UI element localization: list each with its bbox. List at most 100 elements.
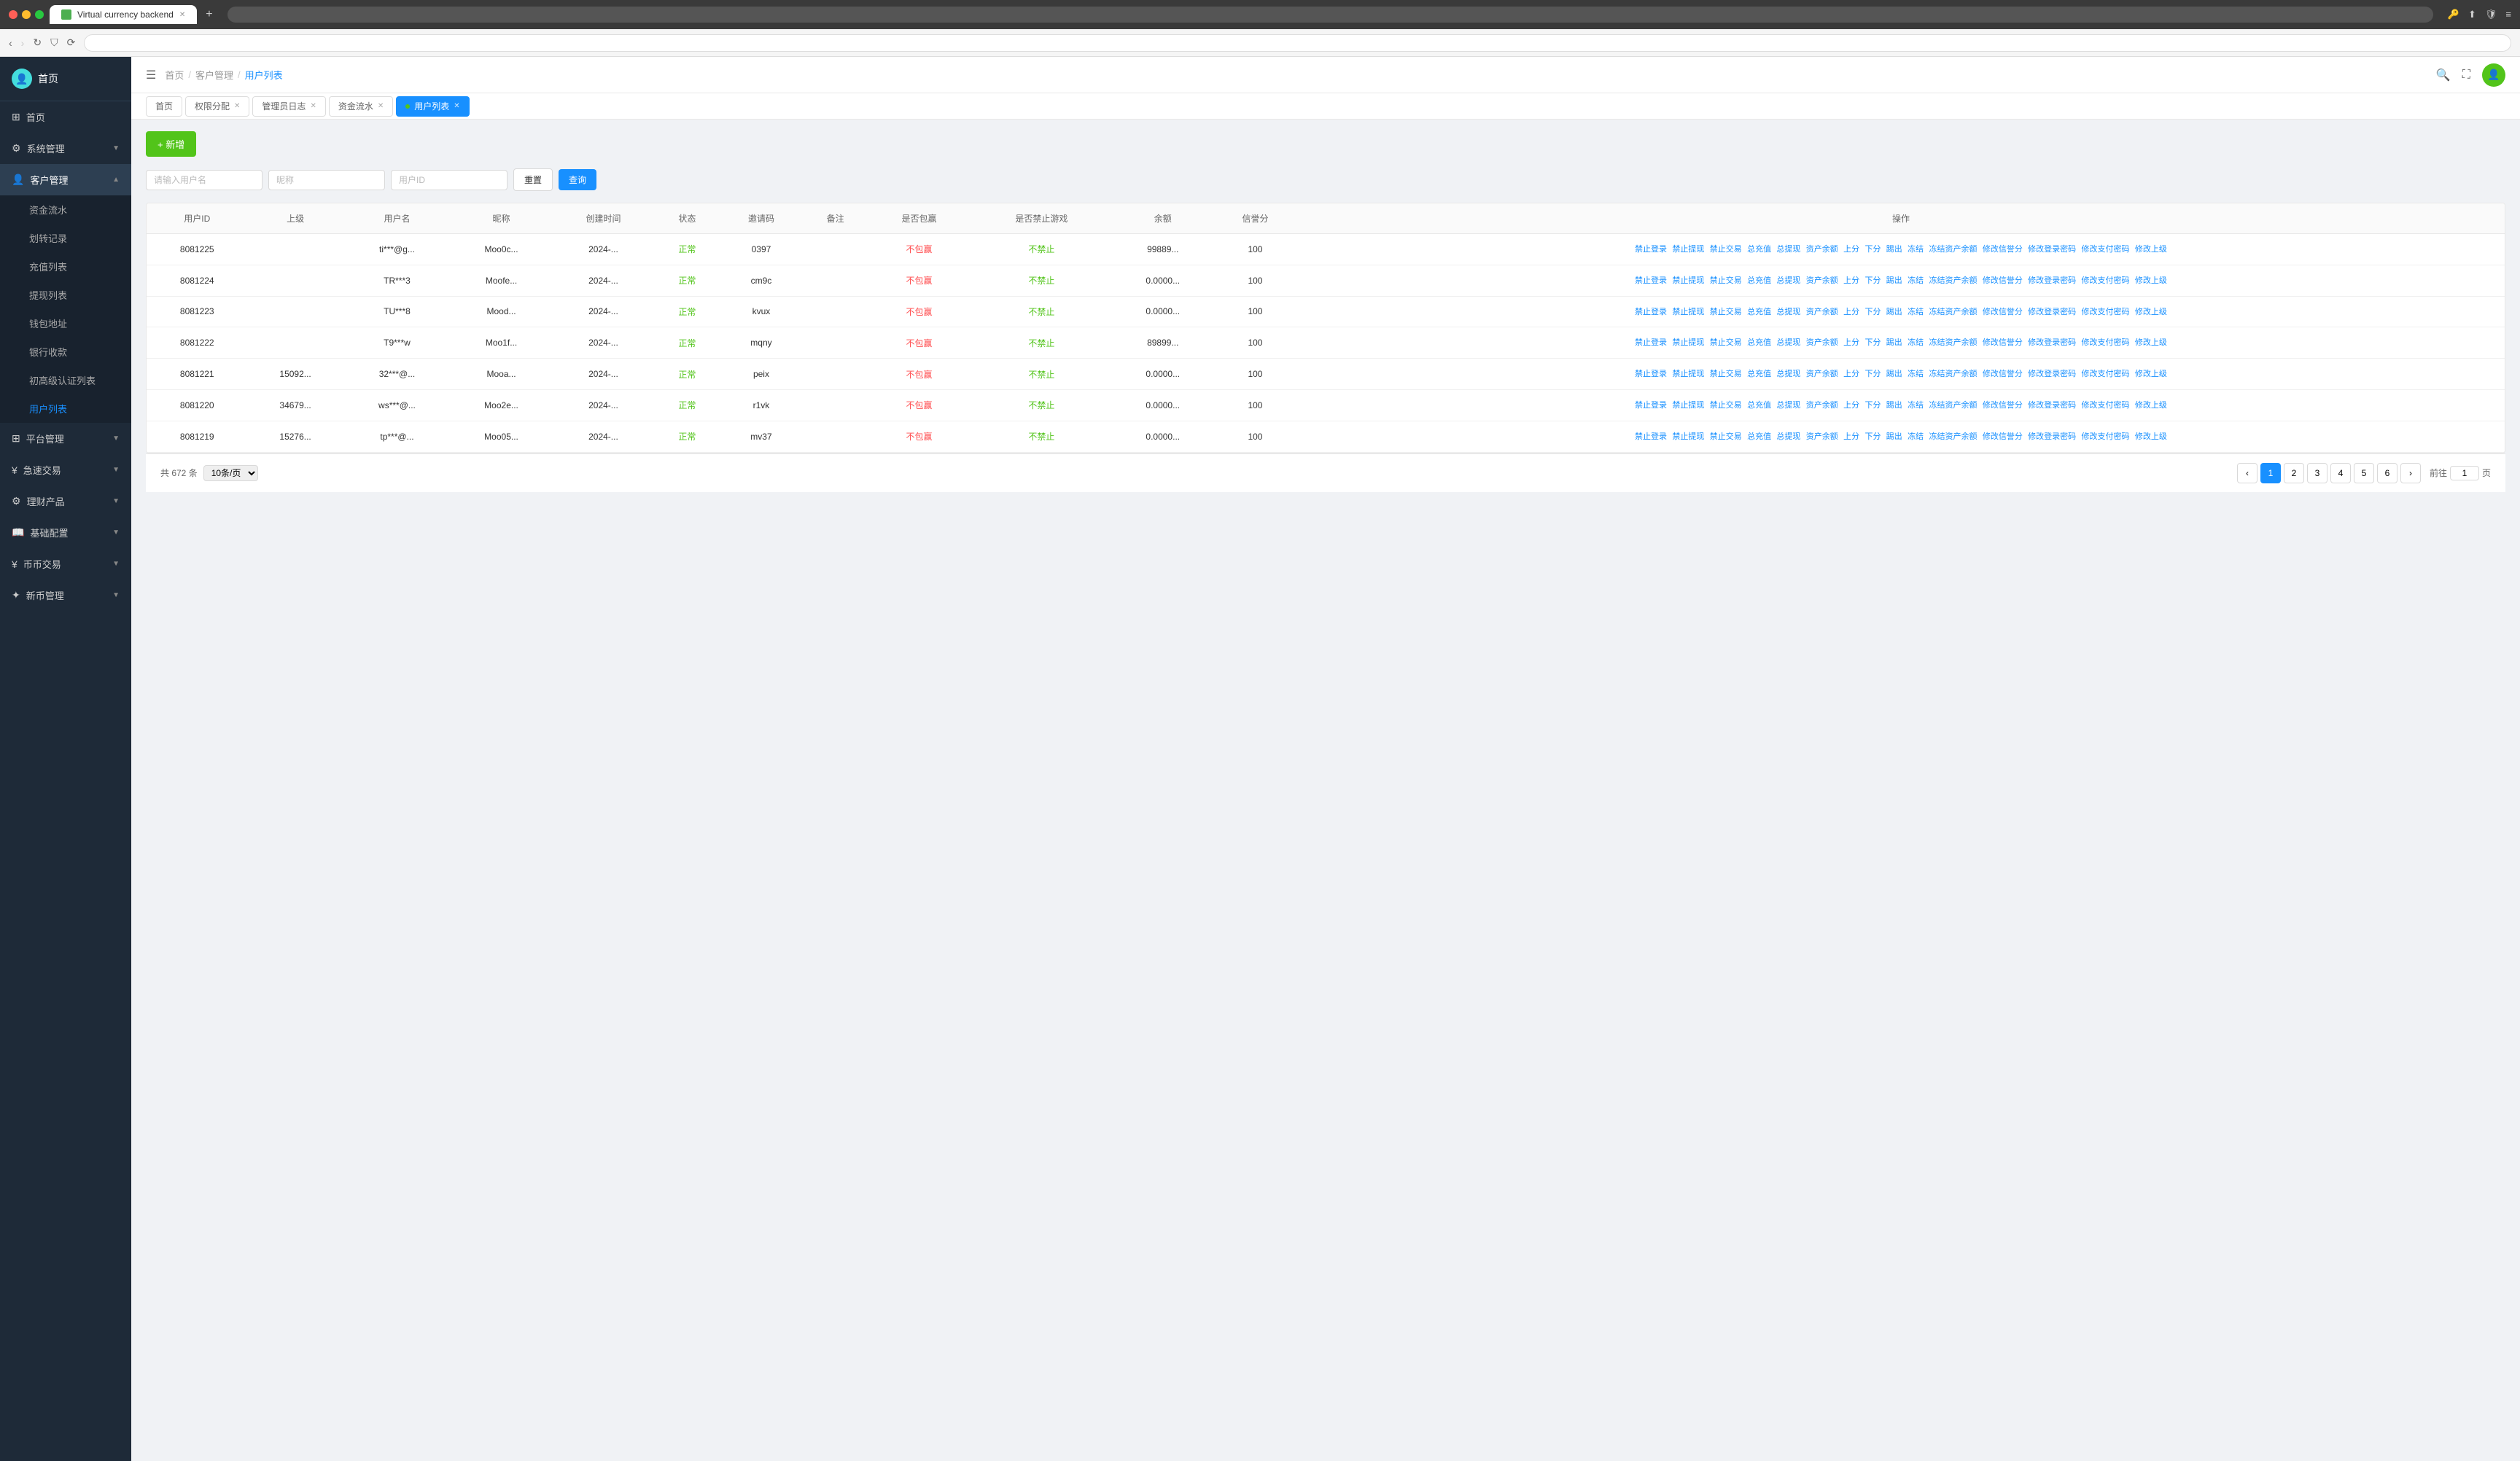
action-link[interactable]: 禁止提现 [1672,308,1704,316]
action-link[interactable]: 上分 [1843,401,1859,410]
action-link[interactable]: 禁止登录 [1635,276,1667,285]
action-link[interactable]: 上分 [1843,370,1859,378]
action-link[interactable]: 禁止提现 [1672,370,1704,378]
action-link[interactable]: 修改上级 [2135,245,2167,254]
key-icon[interactable]: 🔑 [2448,9,2459,20]
action-link[interactable]: 修改上级 [2135,308,2167,316]
action-link[interactable]: 冻结 [1908,245,1924,254]
action-link[interactable]: 冻结资产余额 [1929,276,1977,285]
sidebar-item-customer[interactable]: 👤 客户管理 ▲ [0,164,131,195]
action-link[interactable]: 修改信誉分 [1983,401,2023,410]
config-btn[interactable]: ⟳ [67,36,76,49]
fullscreen-icon[interactable]: ⛶ [2462,69,2470,82]
url-bar[interactable] [84,34,2511,52]
action-link[interactable]: 禁止登录 [1635,370,1667,378]
action-link[interactable]: 修改支付密码 [2082,245,2130,254]
action-link[interactable]: 下分 [1864,432,1881,441]
action-link[interactable]: 总充值 [1747,432,1771,441]
action-link[interactable]: 修改登录密码 [2028,401,2076,410]
sidebar-item-coin[interactable]: ¥ 币币交易 ▼ [0,548,131,580]
action-link[interactable]: 禁止交易 [1710,308,1742,316]
action-link[interactable]: 禁止提现 [1672,245,1704,254]
sidebar-item-finance[interactable]: ⚙ 理财产品 ▼ [0,486,131,517]
shield-icon[interactable]: 🛡 [2485,9,2497,20]
action-link[interactable]: 禁止登录 [1635,245,1667,254]
action-link[interactable]: 总充值 [1747,338,1771,347]
action-link[interactable]: 总提现 [1776,276,1800,285]
action-link[interactable]: 禁止交易 [1710,338,1742,347]
action-link[interactable]: 踢出 [1886,245,1902,254]
page-btn-1[interactable]: 1 [2260,463,2281,483]
sidebar-item-funds[interactable]: 资金流水 [0,195,131,224]
action-link[interactable]: 踢出 [1886,401,1902,410]
tab-home[interactable]: 首页 [146,96,182,117]
action-link[interactable]: 冻结 [1908,432,1924,441]
sidebar-item-wallet[interactable]: 钱包地址 [0,309,131,338]
action-link[interactable]: 修改登录密码 [2028,245,2076,254]
action-link[interactable]: 冻结资产余额 [1929,245,1977,254]
action-link[interactable]: 修改信誉分 [1983,276,2023,285]
action-link[interactable]: 修改登录密码 [2028,338,2076,347]
action-link[interactable]: 上分 [1843,276,1859,285]
action-link[interactable]: 踢出 [1886,276,1902,285]
action-link[interactable]: 禁止提现 [1672,401,1704,410]
action-link[interactable]: 下分 [1864,338,1881,347]
action-link[interactable]: 修改支付密码 [2082,432,2130,441]
action-link[interactable]: 禁止交易 [1710,432,1742,441]
action-link[interactable]: 资产余额 [1806,276,1838,285]
tab-close-btn[interactable]: ✕ [179,11,185,19]
action-link[interactable]: 下分 [1864,245,1881,254]
action-link[interactable]: 禁止提现 [1672,432,1704,441]
sidebar-item-bank[interactable]: 银行收款 [0,338,131,366]
sidebar-item-users[interactable]: 用户列表 [0,394,131,423]
avatar[interactable]: 👤 [2482,63,2505,87]
action-link[interactable]: 冻结 [1908,370,1924,378]
tab-users-close[interactable]: ✕ [454,102,459,110]
action-link[interactable]: 修改信誉分 [1983,432,2023,441]
hamburger-icon[interactable]: ☰ [146,68,156,82]
action-link[interactable]: 修改上级 [2135,338,2167,347]
action-link[interactable]: 上分 [1843,338,1859,347]
action-link[interactable]: 冻结资产余额 [1929,338,1977,347]
action-link[interactable]: 冻结 [1908,276,1924,285]
action-link[interactable]: 下分 [1864,370,1881,378]
page-btn-4[interactable]: 4 [2330,463,2351,483]
nickname-input[interactable] [268,170,385,190]
search-icon[interactable]: 🔍 [2436,68,2451,82]
next-page-btn[interactable]: › [2400,463,2421,483]
more-icon[interactable]: ≡ [2505,9,2511,20]
action-link[interactable]: 修改上级 [2135,370,2167,378]
tab-permissions-close[interactable]: ✕ [234,102,240,110]
action-link[interactable]: 修改上级 [2135,276,2167,285]
action-link[interactable]: 禁止登录 [1635,338,1667,347]
action-link[interactable]: 上分 [1843,308,1859,316]
share-icon[interactable]: ⬆ [2468,9,2476,20]
action-link[interactable]: 冻结资产余额 [1929,401,1977,410]
sidebar-item-system[interactable]: ⚙ 系统管理 ▼ [0,133,131,164]
back-btn[interactable]: ‹ [9,37,12,49]
action-link[interactable]: 修改信誉分 [1983,245,2023,254]
action-link[interactable]: 踢出 [1886,338,1902,347]
action-link[interactable]: 总充值 [1747,245,1771,254]
action-link[interactable]: 禁止交易 [1710,401,1742,410]
action-link[interactable]: 禁止登录 [1635,308,1667,316]
per-page-select[interactable]: 10条/页 20条/页 50条/页 [203,465,258,481]
action-link[interactable]: 修改支付密码 [2082,308,2130,316]
action-link[interactable]: 总提现 [1776,338,1800,347]
action-link[interactable]: 总提现 [1776,370,1800,378]
action-link[interactable]: 冻结资产余额 [1929,370,1977,378]
action-link[interactable]: 下分 [1864,276,1881,285]
goto-input[interactable] [2450,466,2479,480]
maximize-dot[interactable] [35,10,44,19]
tab-admin-log-close[interactable]: ✕ [310,102,316,110]
action-link[interactable]: 冻结资产余额 [1929,308,1977,316]
breadcrumb-home[interactable]: 首页 [165,68,184,82]
username-input[interactable] [146,170,262,190]
action-link[interactable]: 修改登录密码 [2028,308,2076,316]
forward-btn[interactable]: › [21,37,25,49]
action-link[interactable]: 上分 [1843,245,1859,254]
action-link[interactable]: 冻结 [1908,401,1924,410]
new-tab-btn[interactable]: + [206,8,212,21]
action-link[interactable]: 资产余额 [1806,338,1838,347]
query-button[interactable]: 查询 [559,169,596,190]
